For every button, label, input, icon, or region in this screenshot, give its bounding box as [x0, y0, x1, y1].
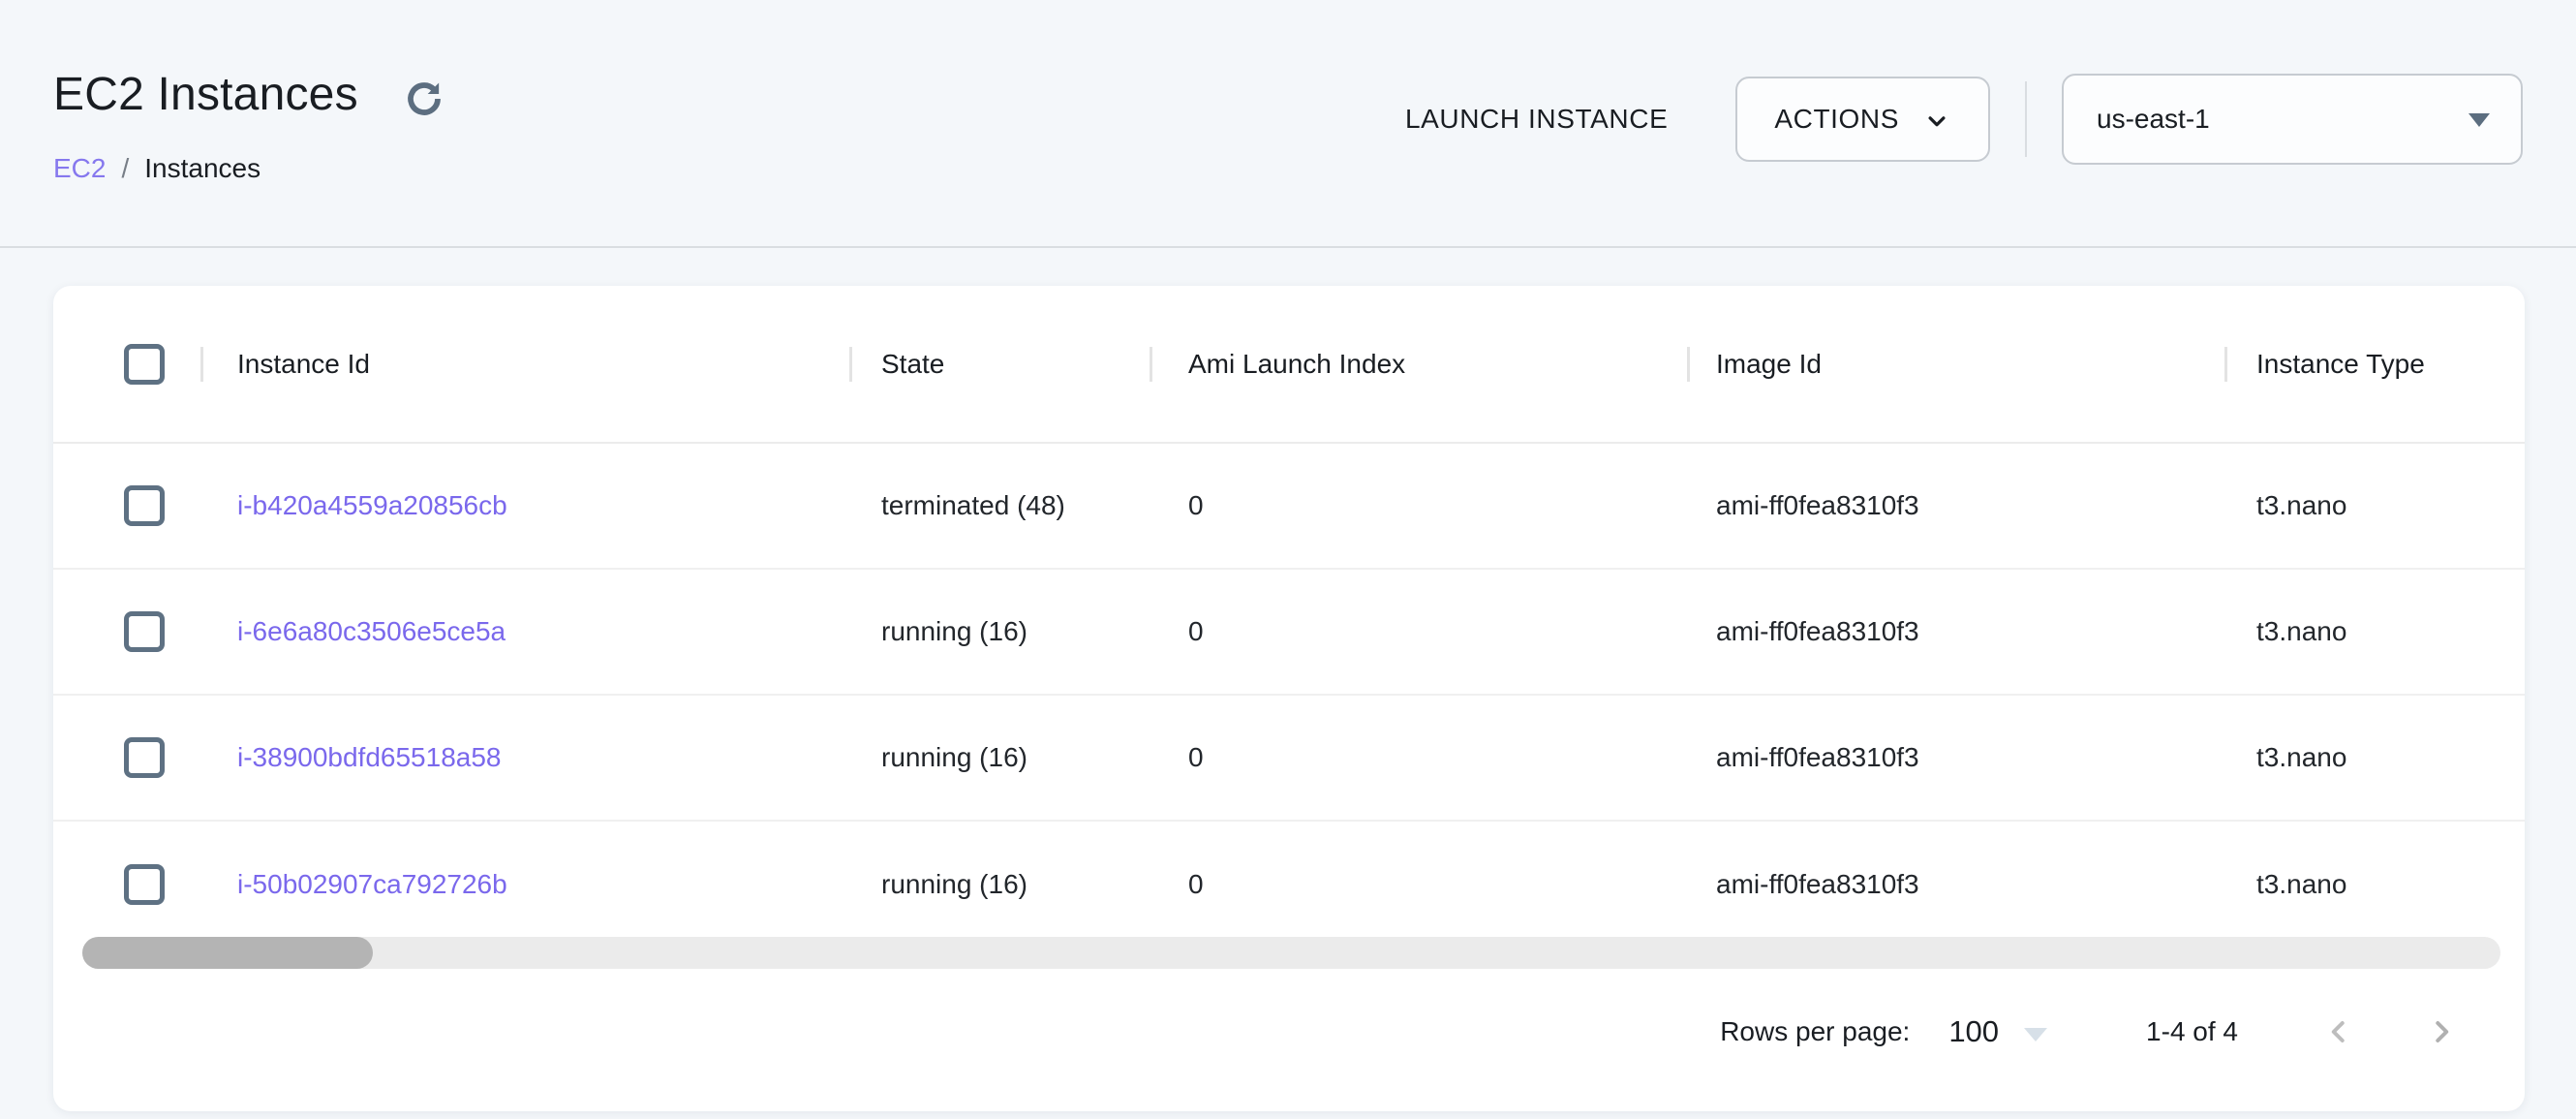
chevron-left-icon	[2321, 1014, 2356, 1049]
cell-ami-launch-index: 0	[1188, 696, 1204, 820]
cell-image-id: ami-ff0fea8310f3	[1716, 822, 1919, 948]
instances-table-card: Instance Id State Ami Launch Index Image…	[53, 286, 2525, 1111]
region-select-value: us-east-1	[2097, 104, 2210, 135]
region-select[interactable]: us-east-1	[2062, 74, 2523, 165]
cell-instance-id: i-38900bdfd65518a58	[237, 696, 501, 820]
chevron-right-icon	[2424, 1014, 2459, 1049]
breadcrumb: EC2 / Instances	[53, 153, 261, 184]
cell-image-id: ami-ff0fea8310f3	[1716, 570, 1919, 694]
table-row: i-b420a4559a20856cb terminated (48) 0 am…	[53, 444, 2525, 570]
horizontal-scrollbar[interactable]	[82, 937, 2500, 969]
table-row: i-50b02907ca792726b running (16) 0 ami-f…	[53, 822, 2525, 948]
pagination-range: 1-4 of 4	[2146, 1016, 2238, 1047]
rows-per-page-label: Rows per page:	[1720, 1016, 1910, 1047]
instance-id-link[interactable]: i-b420a4559a20856cb	[237, 490, 507, 521]
table-row: i-38900bdfd65518a58 running (16) 0 ami-f…	[53, 696, 2525, 822]
launch-instance-button[interactable]: LAUNCH INSTANCE	[1405, 94, 1668, 144]
column-header-image-id: Image Id	[1716, 286, 1822, 442]
cell-instance-id: i-6e6a80c3506e5ce5a	[237, 570, 506, 694]
row-checkbox[interactable]	[124, 864, 165, 905]
cell-state: running (16)	[881, 822, 1027, 948]
cell-instance-type: t3.nano	[2256, 444, 2346, 568]
column-header-instance-type: Instance Type	[2256, 286, 2425, 442]
breadcrumb-separator: /	[121, 153, 129, 184]
rows-per-page-select[interactable]: 100	[1948, 1014, 2047, 1049]
refresh-icon	[402, 77, 446, 121]
horizontal-scrollbar-thumb[interactable]	[82, 937, 373, 969]
table-row: i-6e6a80c3506e5ce5a running (16) 0 ami-f…	[53, 570, 2525, 696]
actions-button-label: ACTIONS	[1774, 104, 1899, 135]
column-header-state: State	[881, 286, 944, 442]
instance-id-link[interactable]: i-50b02907ca792726b	[237, 869, 507, 900]
actions-button[interactable]: ACTIONS	[1735, 77, 1990, 162]
column-separator	[849, 347, 852, 382]
chevron-down-icon	[1922, 107, 1951, 136]
cell-ami-launch-index: 0	[1188, 822, 1204, 948]
column-separator	[1687, 347, 1690, 382]
cell-instance-type: t3.nano	[2256, 822, 2346, 948]
cell-ami-launch-index: 0	[1188, 570, 1204, 694]
row-checkbox[interactable]	[124, 737, 165, 778]
breadcrumb-current: Instances	[144, 153, 261, 184]
header-toolbar: LAUNCH INSTANCE ACTIONS us-east-1	[1405, 73, 2523, 166]
instance-id-link[interactable]: i-6e6a80c3506e5ce5a	[237, 616, 506, 647]
page-title: EC2 Instances	[53, 68, 358, 121]
rows-per-page-value: 100	[1948, 1014, 1999, 1049]
ec2-instances-page: EC2 Instances EC2 / Instances LAUNCH INS…	[0, 0, 2576, 1119]
next-page-button[interactable]	[2418, 1009, 2465, 1055]
column-separator	[200, 347, 203, 382]
pagination: Rows per page: 100 1-4 of 4	[1720, 988, 2465, 1075]
column-separator	[1150, 347, 1152, 382]
dropdown-triangle-icon	[2024, 1028, 2047, 1041]
cell-image-id: ami-ff0fea8310f3	[1716, 696, 1919, 820]
column-separator	[2224, 347, 2227, 382]
cell-instance-id: i-50b02907ca792726b	[237, 822, 507, 948]
cell-instance-type: t3.nano	[2256, 570, 2346, 694]
instance-id-link[interactable]: i-38900bdfd65518a58	[237, 742, 501, 773]
select-all-checkbox[interactable]	[124, 344, 165, 385]
cell-state: terminated (48)	[881, 444, 1065, 568]
cell-instance-type: t3.nano	[2256, 696, 2346, 820]
breadcrumb-link-ec2[interactable]: EC2	[53, 153, 106, 184]
cell-instance-id: i-b420a4559a20856cb	[237, 444, 507, 568]
table-header-row: Instance Id State Ami Launch Index Image…	[53, 286, 2525, 444]
cell-state: running (16)	[881, 570, 1027, 694]
cell-ami-launch-index: 0	[1188, 444, 1204, 568]
cell-image-id: ami-ff0fea8310f3	[1716, 444, 1919, 568]
row-checkbox[interactable]	[124, 611, 165, 652]
refresh-button[interactable]	[399, 74, 449, 124]
cell-state: running (16)	[881, 696, 1027, 820]
column-header-ami-launch-index: Ami Launch Index	[1188, 286, 1405, 442]
row-checkbox[interactable]	[124, 485, 165, 526]
column-header-instance-id: Instance Id	[237, 286, 370, 442]
page-header: EC2 Instances EC2 / Instances LAUNCH INS…	[0, 0, 2576, 248]
previous-page-button[interactable]	[2315, 1009, 2362, 1055]
dropdown-triangle-icon	[2469, 113, 2490, 127]
toolbar-divider	[2025, 81, 2027, 157]
